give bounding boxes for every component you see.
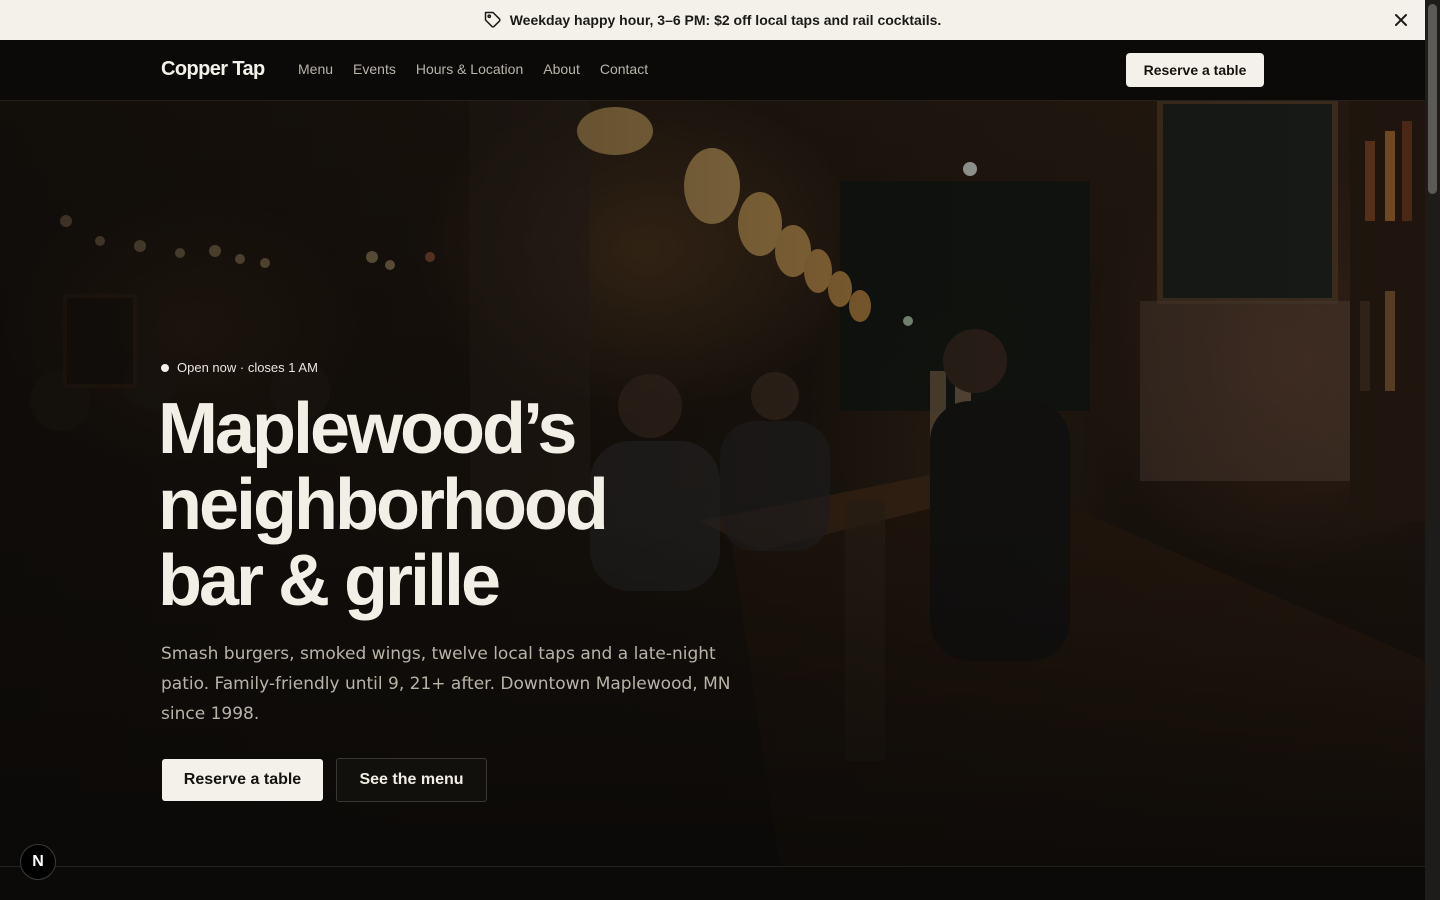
nav-link-menu[interactable]: Menu [298, 61, 333, 77]
hero-section: Open now · closes 1 AM Maplewood’s neigh… [0, 101, 1425, 866]
hero-headline-line-3: bar & grille [158, 541, 501, 621]
nav-link-contact[interactable]: Contact [600, 61, 648, 77]
nav-reserve-button[interactable]: Reserve a table [1126, 53, 1264, 87]
dev-tools-badge[interactable]: N [20, 844, 56, 880]
nav-links: Menu Events Hours & Location About Conta… [298, 61, 648, 77]
close-icon[interactable] [1391, 10, 1411, 30]
main-nav: Copper Tap Menu Events Hours & Location … [0, 40, 1425, 101]
open-status: Open now · closes 1 AM [161, 360, 318, 375]
brand-logo[interactable]: Copper Tap [161, 58, 265, 81]
status-dot-icon [161, 363, 169, 372]
scrollbar-thumb[interactable] [1428, 4, 1437, 194]
hero-headline-line-2: neighborhood [158, 465, 609, 545]
next-section [0, 866, 1425, 900]
page-scrollbar[interactable] [1425, 0, 1440, 900]
see-menu-button[interactable]: See the menu [336, 758, 487, 802]
tag-icon [484, 11, 502, 29]
open-status-text: Open now · closes 1 AM [177, 360, 318, 375]
hero-subtext: Smash burgers, smoked wings, twelve loca… [161, 644, 731, 724]
announcement-bar: Weekday happy hour, 3–6 PM: $2 off local… [0, 0, 1425, 40]
page: Weekday happy hour, 3–6 PM: $2 off local… [0, 0, 1425, 900]
announcement-text: Weekday happy hour, 3–6 PM: $2 off local… [509, 12, 942, 28]
nav-link-about[interactable]: About [543, 61, 580, 77]
hero-headline: Maplewood’s neighborhood bar & grille [158, 391, 778, 619]
reserve-table-button[interactable]: Reserve a table [162, 759, 323, 801]
nav-link-hours-location[interactable]: Hours & Location [416, 61, 523, 77]
nav-link-events[interactable]: Events [353, 61, 396, 77]
hero-headline-line-1: Maplewood’s [158, 389, 577, 469]
